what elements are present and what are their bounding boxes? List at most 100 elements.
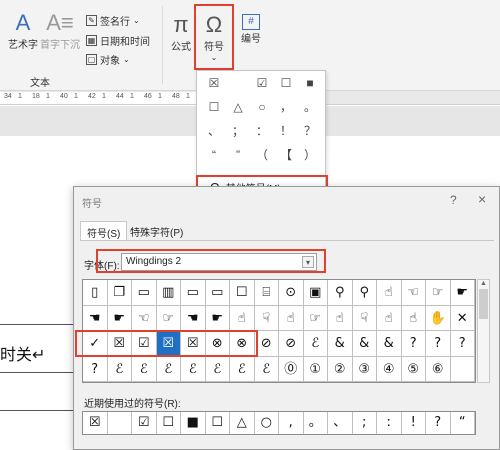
tab-symbols[interactable]: 符号(S) <box>80 221 128 241</box>
gallery-symbol-item[interactable] <box>227 73 249 93</box>
symbol-grid-cell[interactable]: ℰ <box>254 356 279 382</box>
symbol-grid-cell[interactable]: ☜ <box>401 280 426 306</box>
symbol-grid-cell[interactable]: ✕ <box>450 305 475 331</box>
symbol-grid-cell[interactable]: ▥ <box>156 280 181 306</box>
symbol-grid-cell[interactable]: ? <box>401 331 426 357</box>
symbol-grid-cell[interactable]: ℰ <box>107 356 132 382</box>
recent-symbol-cell[interactable]: ; <box>353 412 377 434</box>
recent-symbol-cell[interactable]: ○ <box>255 412 279 434</box>
symbol-grid-cell[interactable]: ? <box>83 356 108 382</box>
symbol-grid-cell[interactable]: ▯ <box>83 280 108 306</box>
recent-symbol-cell[interactable]: ! <box>402 412 426 434</box>
gallery-symbol-item[interactable]: “ <box>203 145 225 165</box>
scroll-thumb[interactable] <box>479 289 488 319</box>
symbol-grid-cell[interactable]: ⓪ <box>279 356 304 382</box>
symbol-grid-cell[interactable]: & <box>328 331 353 357</box>
symbol-grid-cell[interactable]: ⚲ <box>352 280 377 306</box>
recent-symbol-cell[interactable]: 。 <box>304 412 328 434</box>
symbol-grid-cell[interactable]: & <box>377 331 402 357</box>
numbering-button[interactable]: # 编号 <box>236 14 266 45</box>
gallery-symbol-item[interactable]: ☑ <box>251 73 273 93</box>
gallery-symbol-item[interactable]: △ <box>227 97 249 117</box>
symbol-grid-cell[interactable]: ⊙ <box>279 280 304 306</box>
symbol-grid-cell[interactable]: ℰ <box>230 356 255 382</box>
recent-symbol-cell[interactable]: ■ <box>181 412 206 434</box>
symbol-grid-cell[interactable]: ☝ <box>230 305 255 331</box>
dropcap-button[interactable]: A≡ 首字下沉 <box>38 10 82 51</box>
recent-symbol-cell[interactable]: ☒ <box>83 412 108 434</box>
symbol-grid-cell[interactable]: ? <box>450 331 475 357</box>
symbol-grid-cell[interactable]: ④ <box>377 356 402 382</box>
symbol-grid-cell[interactable]: ▭ <box>132 280 157 306</box>
symbol-grid-cell[interactable]: ② <box>328 356 353 382</box>
symbol-grid-cell[interactable]: ✋ <box>426 305 451 331</box>
symbol-grid-cell[interactable]: ℰ <box>132 356 157 382</box>
symbol-grid-cell[interactable]: ☝ <box>401 305 426 331</box>
symbol-grid-cell[interactable]: ☟ <box>352 305 377 331</box>
symbol-grid-cell[interactable]: ☞ <box>156 305 181 331</box>
recent-symbol-cell[interactable]: “ <box>451 412 475 434</box>
gallery-symbol-item[interactable]: 。 <box>299 97 321 117</box>
recent-symbol-cell[interactable]: ☐ <box>157 412 181 434</box>
symbol-grid-cell[interactable]: ☛ <box>107 305 132 331</box>
symbol-grid-cell[interactable]: ☚ <box>83 305 108 331</box>
close-button[interactable]: × <box>478 191 486 207</box>
gallery-symbol-item[interactable]: ？ <box>299 121 321 141</box>
symbol-grid-cell[interactable]: ⑤ <box>401 356 426 382</box>
symbol-grid-cell[interactable]: ⌸ <box>254 280 279 306</box>
recent-symbol-cell[interactable]: ☐ <box>206 412 230 434</box>
gallery-symbol-item[interactable]: ！ <box>275 121 297 141</box>
symbol-grid-cell[interactable]: ⚲ <box>328 280 353 306</box>
recent-symbol-cell[interactable]: ☑ <box>132 412 157 434</box>
symbol-grid-cell[interactable]: ☝ <box>279 305 304 331</box>
gallery-symbol-item[interactable]: 、 <box>203 121 225 141</box>
symbol-grid-cell[interactable]: ☟ <box>254 305 279 331</box>
symbol-grid-cell[interactable]: ☝ <box>377 305 402 331</box>
gallery-symbol-item[interactable]: ☐ <box>203 97 225 117</box>
symbol-grid-cell[interactable]: ☞ <box>303 305 328 331</box>
symbol-grid-cell[interactable]: ③ <box>352 356 377 382</box>
gallery-symbol-item[interactable]: （ <box>251 145 273 165</box>
equation-button[interactable]: π 公式 <box>166 12 196 53</box>
recent-symbol-cell[interactable]: : <box>377 412 402 434</box>
gallery-symbol-item[interactable]: ， <box>275 97 297 117</box>
gallery-symbol-item[interactable]: ） <box>299 145 321 165</box>
gallery-symbol-item[interactable]: 【 <box>275 145 297 165</box>
document-text[interactable]: 时关↵ <box>0 341 45 365</box>
gallery-symbol-item[interactable]: ☐ <box>275 73 297 93</box>
datetime-button[interactable]: ▦ 日期和时间 <box>86 33 150 48</box>
symbol-grid-cell[interactable]: ☐ <box>230 280 255 306</box>
symbol-grid-cell[interactable]: ▭ <box>181 280 206 306</box>
symbol-grid-cell[interactable]: ☜ <box>132 305 157 331</box>
symbol-grid-cell[interactable]: ① <box>303 356 328 382</box>
symbol-grid-cell[interactable]: ℰ <box>156 356 181 382</box>
symbol-grid-cell[interactable]: ▣ <box>303 280 328 306</box>
symbol-grid-cell[interactable]: ⊘ <box>279 331 304 357</box>
grid-scrollbar[interactable]: ▲ <box>477 279 490 383</box>
symbol-grid-cell[interactable]: ☚ <box>181 305 206 331</box>
help-button[interactable]: ? <box>450 193 457 207</box>
symbol-grid-cell[interactable]: ℰ <box>181 356 206 382</box>
symbol-grid-cell[interactable]: ▭ <box>205 280 230 306</box>
symbol-grid-cell[interactable] <box>450 356 475 382</box>
object-button[interactable]: ▢ 对象 ⌄ <box>86 52 130 67</box>
recent-symbol-cell[interactable]: ? <box>426 412 451 434</box>
symbol-grid-cell[interactable]: ☝ <box>328 305 353 331</box>
recent-symbol-cell[interactable] <box>108 412 132 434</box>
gallery-symbol-item[interactable]: ： <box>251 121 273 141</box>
symbol-grid-cell[interactable]: ☞ <box>426 280 451 306</box>
symbol-grid-cell[interactable]: ⊘ <box>254 331 279 357</box>
gallery-symbol-item[interactable]: ■ <box>299 73 321 93</box>
scroll-up-icon[interactable]: ▲ <box>478 280 489 287</box>
recent-symbol-cell[interactable]: △ <box>230 412 255 434</box>
gallery-symbol-item[interactable]: ； <box>227 121 249 141</box>
recent-symbol-cell[interactable]: 、 <box>328 412 353 434</box>
signature-line-button[interactable]: ✎ 签名行 ⌄ <box>86 13 140 28</box>
symbol-grid-cell[interactable]: ⑥ <box>426 356 451 382</box>
gallery-symbol-item[interactable]: ○ <box>251 97 273 117</box>
gallery-symbol-item[interactable]: ” <box>227 145 249 165</box>
tab-special-characters[interactable]: 特殊字符(P) <box>124 221 189 241</box>
recent-symbol-cell[interactable]: , <box>279 412 304 434</box>
symbol-grid-cell[interactable]: & <box>352 331 377 357</box>
symbol-grid-cell[interactable]: ℰ <box>205 356 230 382</box>
